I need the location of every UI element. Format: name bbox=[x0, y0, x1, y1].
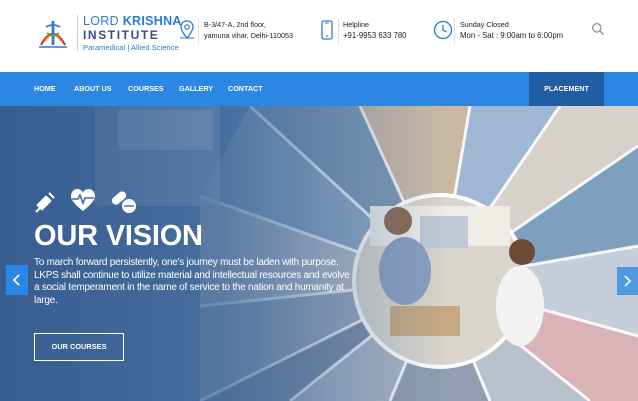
logo-divider bbox=[77, 15, 78, 51]
hero-description: To march forward persistently, one's jou… bbox=[34, 257, 350, 306]
map-pin-icon bbox=[180, 20, 194, 39]
nav-item-placement[interactable]: PLACEMENT bbox=[529, 72, 604, 106]
nav-item-courses[interactable]: COURSES bbox=[128, 72, 164, 106]
hours-divider bbox=[454, 18, 455, 44]
clock-icon bbox=[433, 20, 453, 40]
slider-next-button[interactable] bbox=[617, 267, 638, 295]
slider-prev-button[interactable] bbox=[6, 265, 28, 295]
helpline-label: Helpline bbox=[343, 20, 369, 29]
hero-title: OUR VISION bbox=[34, 220, 203, 252]
heartbeat-icon bbox=[71, 189, 95, 211]
hero-slider: OUR VISION To march forward persistently… bbox=[0, 106, 638, 401]
nav-item-contact[interactable]: CONTACT bbox=[228, 72, 263, 106]
search-icon[interactable] bbox=[591, 22, 605, 36]
hero-icon-row bbox=[35, 189, 136, 213]
syringe-icon bbox=[35, 192, 55, 213]
chevron-left-icon bbox=[12, 274, 20, 286]
hours-block: Sunday Closed Mon - Sat : 9:00am to 6:00… bbox=[432, 16, 582, 46]
logo-emblem-icon bbox=[39, 21, 67, 48]
address-block: B-3/47-A, 2nd floor, yamuna vihar, Delhi… bbox=[176, 16, 306, 46]
nav-item-gallery[interactable]: GALLERY bbox=[179, 72, 213, 106]
address-line2: yamuna vihar, Delhi-110053 bbox=[204, 31, 293, 40]
helpline-divider bbox=[338, 18, 339, 44]
helpline-block: Helpline +91-9953 633 780 bbox=[316, 16, 416, 46]
hours-value: Mon - Sat : 9:00am to 6:00pm bbox=[460, 31, 564, 40]
hours-label: Sunday Closed bbox=[460, 20, 509, 29]
site-logo[interactable]: LORD KRISHNA INSTITUTE Paramedical | All… bbox=[33, 13, 183, 57]
nav-item-home[interactable]: HOME bbox=[34, 72, 56, 106]
address-divider bbox=[198, 18, 199, 44]
nav-item-about-us[interactable]: ABOUT US bbox=[74, 72, 112, 106]
site-header: LORD KRISHNA INSTITUTE Paramedical | All… bbox=[0, 0, 638, 72]
logo-tagline: Paramedical | Allied Science bbox=[83, 43, 179, 52]
helpline-number[interactable]: +91-9953 633 780 bbox=[343, 31, 407, 40]
chevron-right-icon bbox=[624, 275, 632, 287]
our-courses-button[interactable]: OUR COURSES bbox=[34, 333, 124, 361]
address-line1: B-3/47-A, 2nd floor, bbox=[204, 20, 266, 29]
logo-title: LORD KRISHNA bbox=[83, 14, 182, 28]
pills-icon bbox=[111, 191, 136, 213]
phone-icon bbox=[321, 20, 333, 40]
logo-subtitle: INSTITUTE bbox=[83, 28, 160, 42]
